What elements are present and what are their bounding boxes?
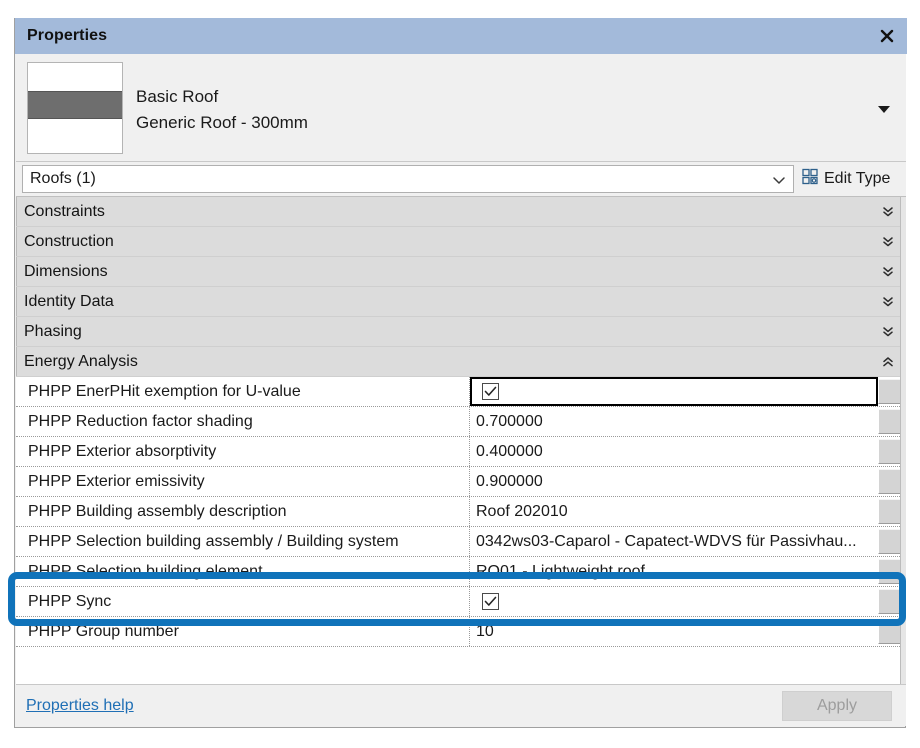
parameter-name: PHPP Sync [16,587,470,616]
type-selector-combobox[interactable]: Roofs (1) [22,165,794,193]
parameter-name: PHPP Group number [16,617,470,646]
category-label: Constraints [24,202,105,220]
apply-button[interactable]: Apply [782,691,892,721]
element-preview-header: Basic Roof Generic Roof - 300mm [16,54,906,162]
properties-grid: Constraints Construction Dimensions Identit… [16,196,906,686]
parameter-row: PHPP Reduction factor shading 0.700000 [16,407,906,437]
parameter-row: PHPP Building assembly description Roof 2… [16,497,906,527]
category-left-rule [16,317,17,346]
parameter-row: PHPP Selection building element RO01 - Li… [16,557,906,587]
parameter-row-handle[interactable] [878,589,902,614]
properties-help-link[interactable]: Properties help [26,697,134,715]
parameter-value-cell[interactable]: 0.400000 [470,437,878,466]
category-row-construction[interactable]: Construction [16,227,906,257]
parameter-value-cell[interactable]: RO01 - Lightweight roof [470,557,878,586]
double-chevron-down-icon[interactable] [882,235,894,249]
parameter-value: 10 [476,622,494,640]
parameter-name: PHPP Exterior absorptivity [16,437,470,466]
category-left-rule [16,227,17,256]
parameter-row: PHPP Exterior absorptivity 0.400000 [16,437,906,467]
parameter-name: PHPP Reduction factor shading [16,407,470,436]
parameter-row: PHPP Exterior emissivity 0.900000 [16,467,906,497]
edit-type-label: Edit Type [824,170,891,187]
parameter-row-handle[interactable] [878,559,902,584]
double-chevron-down-icon[interactable] [882,325,894,339]
parameter-row-handle[interactable] [878,439,902,464]
chevron-down-icon[interactable] [876,102,892,114]
parameter-value-cell[interactable]: Roof 202010 [470,497,878,526]
parameter-row-handle[interactable] [878,529,902,554]
category-label: Energy Analysis [24,352,138,370]
category-left-rule [16,257,17,286]
parameter-value: 0.700000 [476,412,543,430]
panel-title: Properties [27,27,108,44]
category-label: Dimensions [24,262,108,280]
category-row-dimensions[interactable]: Dimensions [16,257,906,287]
grid-right-gutter [900,197,906,686]
parameter-value-cell[interactable]: 0.700000 [470,407,878,436]
panel-titlebar: Properties [15,18,907,54]
category-row-identity-data[interactable]: Identity Data [16,287,906,317]
grid-empty-area [16,647,906,686]
double-chevron-up-icon[interactable] [882,355,894,369]
edit-type-button[interactable]: Edit Type [794,162,906,196]
parameter-value-cell[interactable]: 0342ws03-Caparol - Capatect-WDVS für Pas… [470,527,878,556]
properties-panel: Properties Basic Roof Generic Roof - 300… [14,18,907,728]
parameter-value: RO01 - Lightweight roof [476,562,645,580]
roof-section-thumbnail [27,62,123,154]
preview-labels: Basic Roof Generic Roof - 300mm [136,84,308,136]
double-chevron-down-icon[interactable] [882,205,894,219]
category-label: Construction [24,232,114,250]
panel-footer: Properties help Apply [16,684,906,726]
category-left-rule [16,347,17,376]
category-left-rule [16,287,17,316]
parameter-value-cell[interactable]: 0.900000 [470,467,878,496]
category-row-energy-analysis[interactable]: Energy Analysis [16,347,906,377]
category-row-constraints[interactable]: Constraints [16,197,906,227]
thumbnail-band [28,91,122,119]
parameter-row: PHPP EnerPHit exemption for U-value [16,377,906,407]
parameter-name: PHPP Building assembly description [16,497,470,526]
category-label: Phasing [24,322,82,340]
parameter-value-cell[interactable]: 10 [470,617,878,646]
parameter-row-handle[interactable] [878,469,902,494]
parameter-row-handle[interactable] [878,379,902,404]
category-label: Identity Data [24,292,114,310]
type-selector-row: Roofs (1) Edit Type [16,162,906,196]
parameter-name: PHPP Exterior emissivity [16,467,470,496]
family-name: Basic Roof [136,87,219,106]
parameter-row: PHPP Sync [16,587,906,617]
parameter-checkbox[interactable] [482,383,499,400]
parameter-name: PHPP Selection building element [16,557,470,586]
type-name: Generic Roof - 300mm [136,113,308,132]
parameter-name: PHPP EnerPHit exemption for U-value [16,377,470,406]
parameter-checkbox[interactable] [482,593,499,610]
parameter-value: 0.400000 [476,442,543,460]
close-icon[interactable] [875,24,899,48]
screenshot-root: Properties Basic Roof Generic Roof - 300… [0,0,920,748]
parameter-row-handle[interactable] [878,499,902,524]
parameter-row: PHPP Selection building assembly / Build… [16,527,906,557]
category-left-rule [16,197,17,226]
parameter-value: 0342ws03-Caparol - Capatect-WDVS für Pas… [476,532,857,550]
parameter-row-handle[interactable] [878,409,902,434]
parameter-name: PHPP Selection building assembly / Build… [16,527,470,556]
type-selector-value: Roofs (1) [30,170,96,187]
edit-type-icon [802,168,819,190]
category-row-phasing[interactable]: Phasing [16,317,906,347]
parameter-value: 0.900000 [476,472,543,490]
grid-body: Constraints Construction Dimensions Identit… [16,197,906,686]
parameter-value-cell[interactable] [470,587,878,616]
parameter-row: PHPP Group number 10 [16,617,906,647]
double-chevron-down-icon[interactable] [882,265,894,279]
parameter-row-handle[interactable] [878,619,902,644]
double-chevron-down-icon[interactable] [882,295,894,309]
parameter-value: Roof 202010 [476,502,568,520]
chevron-down-icon[interactable] [771,173,787,185]
parameter-value-cell[interactable] [470,377,878,406]
